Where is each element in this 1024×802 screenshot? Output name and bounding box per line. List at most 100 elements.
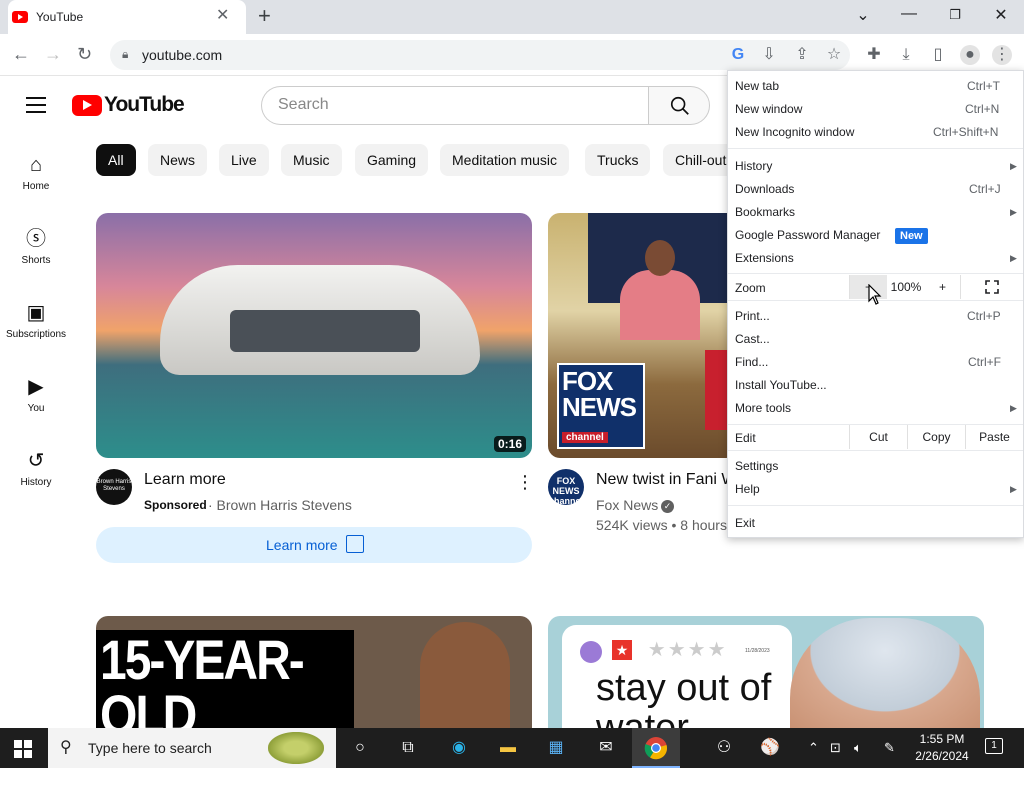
chip-gaming[interactable]: Gaming	[355, 144, 429, 176]
menu-item-install-youtube[interactable]: Install YouTube...	[735, 377, 827, 393]
menu-item-new-window[interactable]: New window	[735, 101, 802, 117]
history-icon: ↺	[27, 450, 45, 472]
install-app-icon[interactable]: ⇩	[759, 45, 779, 65]
chip-music[interactable]: Music	[281, 144, 342, 176]
shortcut: Ctrl+P	[967, 309, 1001, 323]
chip-all[interactable]: All	[96, 144, 136, 176]
menu-item-help[interactable]: Help	[735, 481, 760, 497]
cut-button[interactable]: Cut	[849, 425, 907, 449]
chip-live[interactable]: Live	[219, 144, 269, 176]
side-panel-icon[interactable]: ▯	[928, 45, 948, 65]
home-icon: ⌂	[29, 154, 43, 176]
paste-button[interactable]: Paste	[965, 425, 1023, 449]
youtube-wordmark[interactable]: YouTube	[104, 93, 185, 117]
downloads-icon[interactable]: ⤓	[896, 45, 916, 65]
more-actions-icon[interactable]: ⋮	[516, 472, 534, 492]
menu-item-extensions[interactable]: Extensions	[735, 250, 794, 266]
menu-item-bookmarks[interactable]: Bookmarks	[735, 204, 795, 220]
menu-item-downloads[interactable]: Downloads	[735, 181, 794, 197]
fullscreen-button[interactable]	[960, 275, 1023, 299]
sidebar-label: Home	[22, 181, 50, 192]
chip-news[interactable]: News	[148, 144, 208, 176]
bookmark-star-icon[interactable]: ☆	[824, 45, 844, 65]
profile-icon[interactable]: ●	[960, 45, 980, 65]
windows-start-icon[interactable]	[14, 740, 32, 758]
search-highlight-image[interactable]	[268, 732, 324, 764]
mail-icon[interactable]: ✉	[594, 736, 618, 760]
task-view-icon[interactable]: ⧉	[396, 736, 420, 760]
menu-item-print[interactable]: Print...	[735, 308, 770, 324]
file-explorer-icon[interactable]: ▬	[496, 736, 520, 760]
sidebar-label: You	[27, 403, 45, 414]
chrome-menu-kebab-icon[interactable]: ⋮	[992, 45, 1012, 65]
sidebar-item-shorts[interactable]: ⓢ Shorts	[0, 227, 72, 266]
window-close-icon[interactable]: ✕	[986, 5, 1016, 25]
minimize-icon[interactable]: —	[894, 5, 924, 23]
action-center-icon[interactable]: 1	[985, 738, 1003, 754]
back-icon[interactable]: ←	[12, 44, 30, 64]
tray-chevron-icon[interactable]: ⌃	[808, 740, 819, 756]
pen-icon[interactable]: ✎	[884, 740, 895, 756]
sidebar-item-subscriptions[interactable]: ▣ Subscriptions	[0, 301, 72, 340]
copy-button[interactable]: Copy	[907, 425, 965, 449]
chrome-taskbar-button[interactable]	[632, 728, 680, 768]
share-icon[interactable]: ⇪	[792, 45, 812, 65]
thumbnail-person	[620, 270, 700, 340]
submenu-arrow-icon: ▶	[1010, 403, 1017, 413]
channel-avatar[interactable]: FOX NEWS channel	[548, 469, 584, 506]
reload-icon[interactable]: ↻	[77, 44, 92, 64]
sidebar-item-home[interactable]: ⌂ Home	[0, 153, 72, 192]
search-button[interactable]	[648, 86, 710, 125]
restore-icon[interactable]: ❐	[940, 7, 970, 23]
video-duration: 0:16	[494, 436, 527, 452]
menu-item-more-tools[interactable]: More tools	[735, 400, 791, 416]
extensions-icon[interactable]: ✚	[864, 45, 884, 65]
tab-search-chevron-icon[interactable]: ⌄	[848, 5, 878, 25]
mlb-app-icon[interactable]: ⚾	[758, 736, 782, 760]
video-title[interactable]: New twist in Fani W	[596, 471, 736, 489]
search-placeholder: Search	[278, 96, 329, 113]
menu-separator	[728, 148, 1023, 149]
channel-avatar[interactable]: Brown Harris Stevens	[96, 469, 132, 505]
edge-icon[interactable]: ◉	[447, 736, 471, 760]
video-metadata: 524K views • 8 hours	[596, 517, 727, 533]
youtube-logo-icon[interactable]	[72, 95, 102, 116]
menu-item-find[interactable]: Find...	[735, 354, 768, 370]
menu-item-new-incognito-window[interactable]: New Incognito window	[735, 124, 854, 140]
shortcut: Ctrl+J	[969, 182, 1001, 196]
menu-item-google-password-manager[interactable]: Google Password Manager	[735, 227, 880, 243]
submenu-arrow-icon: ▶	[1010, 484, 1017, 494]
menu-item-new-tab[interactable]: New tab	[735, 78, 779, 94]
people-icon[interactable]: ⚇	[712, 736, 736, 760]
zoom-in-button[interactable]: +	[925, 275, 960, 299]
chip-trucks[interactable]: Trucks	[585, 144, 651, 176]
card-date: 11/28/2023	[745, 648, 770, 654]
zoom-level: 100%	[890, 280, 922, 294]
menu-item-settings[interactable]: Settings	[735, 458, 778, 474]
guide-menu-icon[interactable]	[26, 97, 46, 113]
chip-chill-out[interactable]: Chill-out	[663, 144, 727, 176]
menu-item-cast[interactable]: Cast...	[735, 331, 770, 347]
forward-icon[interactable]: →	[44, 44, 62, 64]
video-title[interactable]: Learn more	[144, 471, 226, 489]
url-text[interactable]: youtube.com	[142, 47, 222, 63]
lock-icon[interactable]: 🔒︎	[122, 47, 128, 62]
cortana-icon[interactable]: ○	[348, 736, 372, 760]
menu-item-history[interactable]: History	[735, 158, 772, 174]
chip-meditation-music[interactable]: Meditation music	[440, 144, 570, 176]
submenu-arrow-icon: ▶	[1010, 253, 1017, 263]
menu-separator	[728, 450, 1023, 451]
new-tab-button[interactable]: +	[258, 4, 271, 28]
tab-close-icon[interactable]: ✕	[216, 8, 229, 24]
sidebar-item-you[interactable]: ▶ You	[0, 375, 72, 414]
menu-item-exit[interactable]: Exit	[735, 515, 755, 531]
channel-name[interactable]: Fox News	[596, 497, 658, 513]
google-lens-icon[interactable]: G	[728, 45, 748, 65]
volume-muted-icon[interactable]: 🔈︎	[854, 740, 862, 756]
sidebar-item-history[interactable]: ↺ History	[0, 449, 72, 488]
taskbar-clock[interactable]: 1:55 PM 2/26/2024	[910, 731, 974, 765]
sidebar-label: History	[20, 477, 52, 488]
submenu-arrow-icon: ▶	[1010, 207, 1017, 217]
network-icon[interactable]: ⊡	[830, 740, 841, 756]
microsoft-store-icon[interactable]: ▦	[544, 736, 568, 760]
